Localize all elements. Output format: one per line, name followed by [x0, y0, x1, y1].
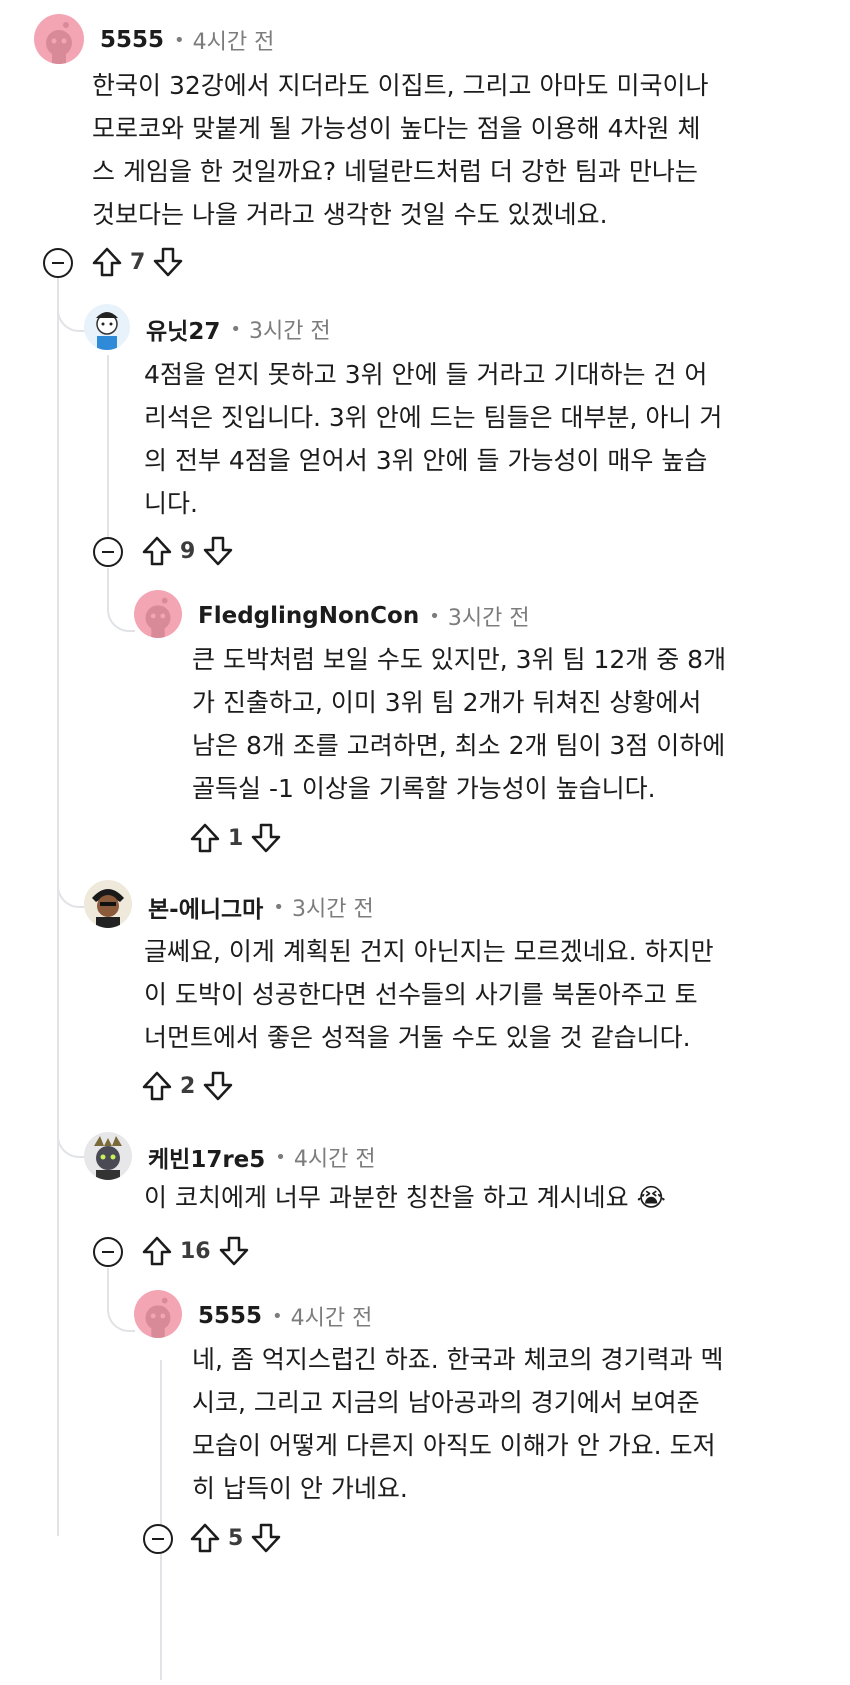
comment-meta: 케빈17re5 • 4시간 전	[148, 1140, 376, 1174]
upvote-icon[interactable]	[90, 245, 124, 279]
vote-bar: 5	[188, 1518, 283, 1558]
vote-bar: 2	[140, 1066, 235, 1106]
collapse-thread-button[interactable]	[93, 537, 123, 567]
snoo-avatar-icon	[145, 597, 171, 638]
comment-meta: FledglingNonCon • 3시간 전	[198, 600, 530, 632]
downvote-icon[interactable]	[151, 245, 185, 279]
avatar[interactable]	[134, 590, 182, 638]
vote-bar: 7	[90, 242, 185, 282]
timestamp: 4시간 전	[290, 1306, 373, 1331]
timestamp: 3시간 전	[248, 319, 331, 344]
collapse-thread-button[interactable]	[143, 1524, 173, 1554]
username[interactable]: 5555	[100, 27, 164, 53]
timestamp: 4시간 전	[192, 30, 275, 55]
username[interactable]: 본-에니그마	[148, 890, 263, 924]
username[interactable]: FledglingNonCon	[198, 603, 419, 629]
comment-body: 이 코치에게 너무 과분한 칭찬을 하고 계시네요 😭	[144, 1183, 666, 1212]
upvote-icon[interactable]	[140, 1069, 174, 1103]
vote-count: 1	[228, 825, 244, 851]
comment-body: 글쎄요, 이게 계획된 건지 아닌지는 모르겠네요. 하지만 이 도박이 성공한…	[144, 937, 714, 1052]
timestamp: 4시간 전	[293, 1147, 376, 1172]
collapse-thread-button[interactable]	[43, 248, 73, 278]
snoo-avatar-icon	[46, 22, 72, 64]
comment-body: 큰 도박처럼 보일 수도 있지만, 3위 팀 12개 중 8개 가 진출하고, …	[192, 645, 727, 803]
snoo-avatar-icon	[145, 1297, 171, 1338]
avatar[interactable]	[34, 14, 84, 64]
username[interactable]: 케빈17re5	[148, 1140, 265, 1174]
vote-bar: 9	[140, 531, 235, 571]
vote-count: 7	[130, 249, 146, 275]
avatar[interactable]	[84, 1132, 132, 1180]
upvote-icon[interactable]	[140, 534, 174, 568]
vote-bar: 16	[140, 1231, 251, 1271]
avatar[interactable]	[84, 880, 132, 928]
timestamp: 3시간 전	[447, 606, 530, 631]
user-avatar-icon	[96, 312, 118, 350]
vote-count: 9	[180, 538, 196, 564]
downvote-icon[interactable]	[201, 534, 235, 568]
user-avatar-icon	[92, 889, 124, 928]
downvote-icon[interactable]	[201, 1069, 235, 1103]
upvote-icon[interactable]	[188, 1521, 222, 1555]
vote-count: 16	[180, 1238, 211, 1264]
vote-count: 2	[180, 1073, 196, 1099]
collapse-thread-button[interactable]	[93, 1237, 123, 1267]
username[interactable]: 5555	[198, 1303, 262, 1329]
user-avatar-icon	[94, 1136, 122, 1180]
comment-meta: 본-에니그마 • 3시간 전	[148, 890, 374, 924]
avatar[interactable]	[84, 304, 130, 350]
vote-bar: 1	[188, 818, 283, 858]
timestamp: 3시간 전	[291, 897, 374, 922]
comment-meta: 유닛27 • 3시간 전	[146, 312, 331, 346]
downvote-icon[interactable]	[217, 1234, 251, 1268]
upvote-icon[interactable]	[188, 821, 222, 855]
vote-count: 5	[228, 1525, 244, 1551]
downvote-icon[interactable]	[249, 821, 283, 855]
username[interactable]: 유닛27	[146, 312, 220, 346]
comment-meta: 5555 • 4시간 전	[100, 24, 274, 56]
downvote-icon[interactable]	[249, 1521, 283, 1555]
comment-meta: 5555 • 4시간 전	[198, 1300, 372, 1332]
avatar[interactable]	[134, 1290, 182, 1338]
comment-body: 네, 좀 억지스럽긴 하죠. 한국과 체코의 경기력과 멕 시코, 그리고 지금…	[192, 1345, 724, 1503]
comment-body: 한국이 32강에서 지더라도 이집트, 그리고 아마도 미국이나 모로코와 맞붙…	[92, 71, 709, 229]
comment-body: 4점을 얻지 못하고 3위 안에 들 거라고 기대하는 건 어 리석은 짓입니다…	[144, 360, 723, 518]
upvote-icon[interactable]	[140, 1234, 174, 1268]
